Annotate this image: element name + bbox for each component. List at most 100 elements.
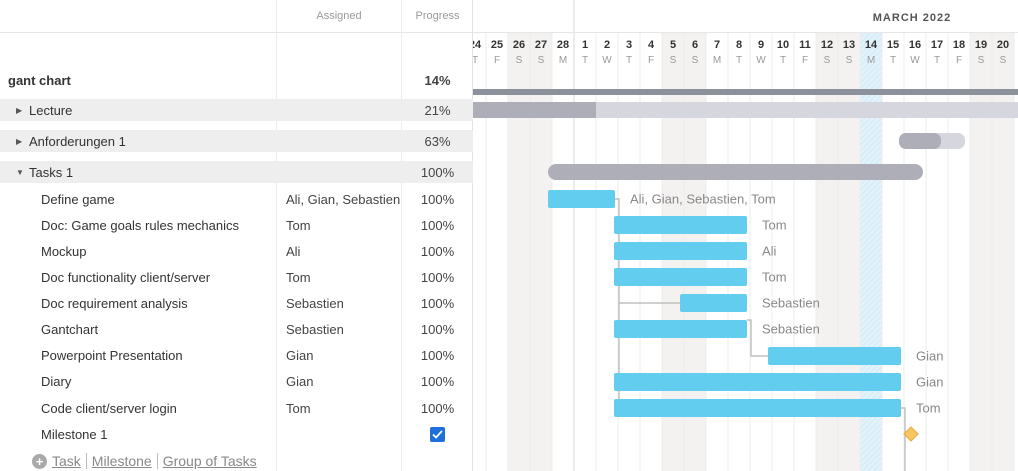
task-bar-label: Sebastien bbox=[762, 296, 820, 311]
task-progress[interactable]: 100% bbox=[402, 316, 473, 342]
task-assigned[interactable]: Tom bbox=[286, 212, 401, 238]
task-name[interactable]: Doc functionality client/server bbox=[41, 264, 210, 290]
task-bar-label: Tom bbox=[762, 270, 787, 285]
project-summary-bar[interactable] bbox=[473, 89, 1018, 95]
task-progress[interactable]: 100% bbox=[402, 264, 473, 290]
project-row[interactable]: gant chart 14% bbox=[0, 67, 473, 93]
day-letter: T bbox=[582, 55, 588, 66]
task-name[interactable]: Doc requirement analysis bbox=[41, 290, 188, 316]
task-name[interactable]: Define game bbox=[41, 186, 115, 212]
day-letter: F bbox=[802, 55, 808, 66]
task-bar[interactable] bbox=[548, 190, 615, 208]
milestone-row[interactable]: Milestone 1 bbox=[0, 421, 473, 447]
task-bar[interactable] bbox=[768, 347, 901, 365]
group-progress: 63% bbox=[424, 133, 451, 149]
milestone-name[interactable]: Milestone 1 bbox=[41, 421, 107, 447]
task-name[interactable]: Code client/server login bbox=[41, 395, 177, 421]
project-name[interactable]: gant chart bbox=[8, 67, 71, 93]
task-bar-label: Tom bbox=[762, 218, 787, 233]
task-assigned[interactable]: Gian bbox=[286, 368, 401, 394]
gantt-canvas[interactable]: MARCH 2022 24 T 25 F 26 S 27 S 28 M 1 T 2 W 3 T 4 F 5 S 6 S 7 M 8… bbox=[473, 0, 1018, 471]
task-progress[interactable]: 100% bbox=[402, 290, 473, 316]
task-name[interactable]: Doc: Game goals rules mechanics bbox=[41, 212, 239, 238]
day-number: 12 bbox=[821, 39, 833, 51]
task-row[interactable]: Doc functionality client/server Tom 100% bbox=[0, 264, 473, 290]
task-row[interactable]: Doc requirement analysis Sebastien 100% bbox=[0, 290, 473, 316]
task-row[interactable]: Doc: Game goals rules mechanics Tom 100% bbox=[0, 212, 473, 238]
task-name[interactable]: Mockup bbox=[41, 238, 87, 264]
collapse-arrow-icon[interactable]: ▼ bbox=[16, 168, 24, 177]
day-letter: T bbox=[934, 55, 940, 66]
task-bar[interactable] bbox=[680, 294, 747, 312]
task-row[interactable]: Code client/server login Tom 100% bbox=[0, 395, 473, 421]
task-assigned[interactable]: Ali bbox=[286, 238, 401, 264]
task-progress[interactable]: 100% bbox=[402, 212, 473, 238]
gantt-timeline[interactable]: MARCH 2022 24 T 25 F 26 S 27 S 28 M 1 T 2 W 3 T 4 F 5 S 6 S 7 M 8… bbox=[473, 0, 1018, 471]
day-number: 26 bbox=[513, 39, 525, 51]
expand-arrow-icon[interactable]: ▶ bbox=[16, 106, 24, 115]
dependency-connector bbox=[901, 407, 906, 471]
add-group-link[interactable]: Group of Tasks bbox=[163, 453, 257, 469]
task-assigned[interactable]: Tom bbox=[286, 395, 401, 421]
task-progress[interactable]: 100% bbox=[402, 342, 473, 368]
task-row[interactable]: Diary Gian 100% bbox=[0, 368, 473, 394]
group-row-tasks[interactable]: ▼ Tasks 1 100% bbox=[0, 161, 473, 183]
task-row[interactable]: Gantchart Sebastien 100% bbox=[0, 316, 473, 342]
task-assigned[interactable]: Sebastien bbox=[286, 316, 401, 342]
day-number: 19 bbox=[975, 39, 987, 51]
day-letter: M bbox=[867, 55, 875, 66]
task-row[interactable]: Powerpoint Presentation Gian 100% bbox=[0, 342, 473, 368]
weekend-column bbox=[508, 33, 530, 471]
task-bar-label: Gian bbox=[916, 349, 943, 364]
day-letter: M bbox=[713, 55, 721, 66]
task-name[interactable]: Powerpoint Presentation bbox=[41, 342, 183, 368]
group-bar-progress[interactable] bbox=[899, 133, 941, 149]
add-milestone-link[interactable]: Milestone bbox=[92, 453, 152, 469]
task-assigned[interactable]: Tom bbox=[286, 264, 401, 290]
task-assigned[interactable]: Sebastien bbox=[286, 290, 401, 316]
task-row[interactable]: Define game Ali, Gian, Sebastien, 100% bbox=[0, 186, 473, 212]
task-table: Assigned Progress gant chart 14% ▶ Lectu… bbox=[0, 0, 473, 471]
task-row[interactable]: Mockup Ali 100% bbox=[0, 238, 473, 264]
task-bar[interactable] bbox=[614, 320, 747, 338]
plus-circle-icon[interactable]: + bbox=[32, 453, 47, 469]
task-assigned[interactable]: Gian bbox=[286, 342, 401, 368]
group-bar-progress[interactable] bbox=[473, 102, 596, 118]
task-bar[interactable] bbox=[614, 242, 747, 260]
day-letter: M bbox=[559, 55, 567, 66]
group-name[interactable]: Tasks 1 bbox=[29, 165, 73, 180]
task-name[interactable]: Gantchart bbox=[41, 316, 98, 342]
group-row-lecture[interactable]: ▶ Lecture 21% bbox=[0, 99, 473, 121]
group-name[interactable]: Anforderungen 1 bbox=[29, 134, 126, 149]
group-row-anforderungen[interactable]: ▶ Anforderungen 1 63% bbox=[0, 130, 473, 152]
task-name[interactable]: Diary bbox=[41, 368, 71, 394]
task-progress[interactable]: 100% bbox=[402, 238, 473, 264]
milestone-done-checkbox[interactable] bbox=[402, 421, 473, 447]
assigned-column-header[interactable]: Assigned bbox=[277, 0, 401, 33]
day-letter: S bbox=[978, 55, 985, 66]
day-number: 2 bbox=[604, 39, 610, 51]
day-letter: T bbox=[780, 55, 786, 66]
task-progress[interactable]: 100% bbox=[402, 368, 473, 394]
day-number: 16 bbox=[909, 39, 921, 51]
day-number: 3 bbox=[626, 39, 632, 51]
milestone-diamond-icon[interactable] bbox=[903, 426, 919, 442]
day-number: 15 bbox=[887, 39, 899, 51]
task-bar[interactable] bbox=[614, 373, 901, 391]
day-letter: S bbox=[516, 55, 523, 66]
group-name[interactable]: Lecture bbox=[29, 103, 72, 118]
checkbox-checked-icon[interactable] bbox=[430, 426, 445, 442]
day-number: 9 bbox=[758, 39, 764, 51]
group-bar-tasks[interactable] bbox=[548, 164, 923, 180]
task-bar[interactable] bbox=[614, 399, 901, 417]
task-bar[interactable] bbox=[614, 216, 747, 234]
task-bar-label: Gian bbox=[916, 375, 943, 390]
task-bar[interactable] bbox=[614, 268, 747, 286]
add-task-link[interactable]: Task bbox=[52, 453, 81, 469]
progress-column-header[interactable]: Progress bbox=[402, 0, 473, 33]
task-progress[interactable]: 100% bbox=[402, 395, 473, 421]
expand-arrow-icon[interactable]: ▶ bbox=[16, 137, 24, 146]
task-assigned[interactable]: Ali, Gian, Sebastien, bbox=[286, 186, 401, 212]
task-progress[interactable]: 100% bbox=[402, 186, 473, 212]
task-bar-label: Sebastien bbox=[762, 322, 820, 337]
